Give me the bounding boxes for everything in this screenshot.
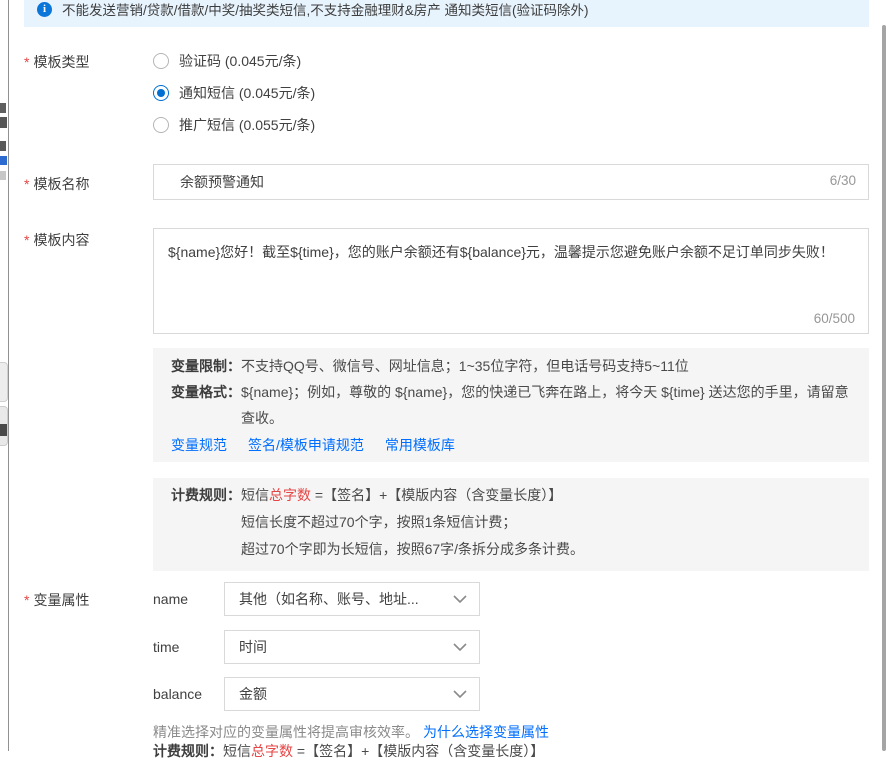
link-signature-template-spec[interactable]: 签名/模板申请规范 [248, 432, 364, 458]
content-char-counter: 60/500 [814, 311, 855, 326]
variable-attrs-label: *变量属性 [24, 590, 89, 610]
radio-icon[interactable] [153, 117, 169, 133]
variable-format-text: ${name}；例如，尊敬的 ${name}，您的快递已飞奔在路上，将今天 ${… [241, 379, 851, 431]
radio-notification-sms[interactable]: 通知短信 (0.045元/条) [153, 82, 315, 104]
page-fragment [0, 156, 7, 165]
template-name-label: *模板名称 [24, 174, 89, 194]
radio-icon[interactable] [153, 53, 169, 69]
billing-line1: 短信总字数 =【签名】+【模版内容（含变量长度）】 [241, 487, 562, 503]
sms-template-create-panel: { "colors": { "accent_blue": "#0070d2", … [0, 0, 887, 751]
radio-promotional-sms[interactable]: 推广短信 (0.055元/条) [153, 114, 315, 136]
template-name-input[interactable] [153, 164, 869, 200]
required-asterisk: * [24, 176, 29, 192]
vertical-scrollbar[interactable] [882, 25, 886, 751]
chevron-down-icon [453, 642, 467, 652]
var-name-label: name [153, 591, 188, 607]
radio-label: 通知短信 (0.045元/条) [179, 83, 315, 103]
link-variable-spec[interactable]: 变量规范 [171, 432, 227, 458]
page-fragment [0, 103, 6, 113]
page-fragment [0, 117, 7, 128]
select-value: 金额 [239, 684, 267, 704]
radio-icon[interactable] [153, 85, 169, 101]
link-why-variable-attrs[interactable]: 为什么选择变量属性 [423, 724, 549, 740]
var-balance-select[interactable]: 金额 [224, 677, 480, 711]
required-asterisk: * [24, 592, 29, 608]
variable-limit-label: 变量限制： [171, 353, 241, 379]
template-content-field: ${name}您好！截至${time}，您的账户余额还有${balance}元，… [153, 228, 869, 334]
billing-rules-text: 短信总字数 =【签名】+【模版内容（含变量长度）】 短信长度不超过70个字，按照… [241, 482, 851, 563]
variable-format-label: 变量格式： [171, 379, 241, 405]
link-common-template-library[interactable]: 常用模板库 [385, 432, 455, 458]
hint-text: 精准选择对应的变量属性将提高审核效率。 [153, 724, 419, 740]
chevron-down-icon [453, 689, 467, 699]
template-type-radio-group: 验证码 (0.045元/条) 通知短信 (0.045元/条) 推广短信 (0.0… [153, 50, 315, 146]
radio-verification-code[interactable]: 验证码 (0.045元/条) [153, 50, 315, 72]
radio-label: 验证码 (0.045元/条) [179, 51, 301, 71]
billing-rules-label: 计费规则： [171, 482, 241, 509]
clipped-billing-label: 计费规则： [153, 743, 223, 759]
page-fragment [0, 424, 7, 436]
var-name-select[interactable]: 其他（如名称、账号、地址... [224, 582, 480, 616]
billing-total-chars-red: 总字数 [269, 487, 311, 503]
template-name-field: 6/30 [153, 164, 869, 200]
chevron-down-icon [453, 594, 467, 604]
variable-tips-box: 变量限制： 不支持QQ号、微信号、网址信息；1~35位字符，但电话号码支持5~1… [153, 348, 869, 462]
notice-banner: i 不能发送营销/贷款/借款/中奖/抽奖类短信,不支持金融理财&房产 通知类短信… [24, 0, 869, 27]
var-time-select[interactable]: 时间 [224, 630, 480, 664]
required-asterisk: * [24, 232, 29, 248]
radio-label: 推广短信 (0.055元/条) [179, 115, 315, 135]
page-fragment-card [0, 362, 8, 402]
billing-rules-box: 计费规则： 短信总字数 =【签名】+【模版内容（含变量长度）】 短信长度不超过7… [153, 478, 869, 571]
required-asterisk: * [24, 54, 29, 70]
billing-line3: 超过70个字即为长短信，按照67字/条拆分成多条计费。 [241, 541, 584, 557]
var-balance-label: balance [153, 686, 202, 702]
template-content-textarea[interactable]: ${name}您好！截至${time}，您的账户余额还有${balance}元，… [154, 229, 868, 333]
info-icon: i [37, 2, 52, 17]
variable-attrs-hint: 精准选择对应的变量属性将提高审核效率。为什么选择变量属性 [153, 722, 549, 742]
page-fragment [0, 141, 6, 151]
variable-limit-text: 不支持QQ号、微信号、网址信息；1~35位字符，但电话号码支持5~11位 [241, 353, 851, 379]
template-type-label: *模板类型 [24, 52, 89, 72]
template-content-label: *模板内容 [24, 230, 89, 250]
page-fragment [0, 171, 6, 180]
select-value: 其他（如名称、账号、地址... [239, 589, 419, 609]
var-time-label: time [153, 639, 179, 655]
name-char-counter: 6/30 [830, 173, 856, 188]
billing-line2: 短信长度不超过70个字，按照1条短信计费； [241, 514, 516, 530]
underlying-page-sliver [0, 0, 9, 751]
notice-banner-text: 不能发送营销/贷款/借款/中奖/抽奖类短信,不支持金融理财&房产 通知类短信(验… [62, 0, 589, 19]
select-value: 时间 [239, 637, 267, 657]
clipped-billing-rules-line: 计费规则：短信总字数 =【签名】+【模版内容（含变量长度）】 [153, 741, 544, 761]
